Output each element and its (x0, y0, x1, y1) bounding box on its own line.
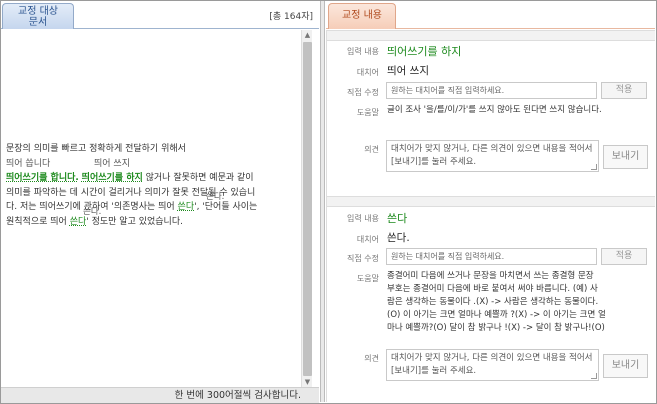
doc-line-6-a: 원칙적으로 띄어 (6, 216, 70, 227)
label-manual-edit: 직접 수정 (347, 254, 379, 263)
error-word-ssunda-1[interactable]: 쓴다 (178, 202, 195, 212)
hint-ssunda-1: 쓴다. (206, 192, 225, 202)
tab-target-document[interactable]: 교정 대상 문서 (2, 3, 74, 29)
label-manual-edit: 직접 수정 (347, 88, 379, 97)
panel-splitter[interactable] (320, 1, 325, 402)
correction-list: 입력 내용 띄어쓰기를 하지 대치어 띄어 쓰지 직접 수정 원하는 대치어를 … (326, 30, 655, 402)
document-panel: 교정 대상 문서 [총 164자] 문장의 의미를 빠르고 정확하게 전달하기 … (1, 1, 319, 403)
suggestion-value[interactable]: 쓴다. (387, 230, 410, 245)
label-suggestion: 대치어 (356, 68, 379, 77)
correction-card-2: 입력 내용 쓴다 대치어 쓴다. 직접 수정 원하는 대치어를 직접 입력하세요… (327, 207, 655, 402)
manual-replace-input[interactable]: 원하는 대치어를 직접 입력하세요. (386, 82, 597, 99)
card-separator (327, 196, 655, 207)
check-limit-note: 한 번에 300어절씩 검사합니다. (1, 387, 319, 403)
opinion-textarea[interactable]: 대치어가 맞지 않거나, 다른 의견이 있으면 내용을 적어서 [보내기]를 눌… (386, 349, 599, 381)
doc-line-4: 의미를 파악하는 데 시간이 걸리거나 의미가 잘못 전달될 수 있습니 (6, 187, 256, 198)
label-input: 입력 내용 (347, 214, 379, 223)
document-body[interactable]: 문장의 의미를 빠르고 정확하게 전달하기 위해서 띄어 씁니다 띄어 쓰지 띄어… (1, 30, 301, 388)
doc-line-6: 쓴다. 원칙적으로 띄어 쓴다' 정도만 알고 있었습니다. (6, 207, 301, 230)
suggestion-value[interactable]: 띄어 쓰지 (387, 63, 429, 78)
tab-correction-content[interactable]: 교정 내용 (328, 3, 396, 29)
doc-line-3: 띄어쓰기를 합니다. 띄어쓰기를 하지 않거나 잘못하면 예문과 같이 (6, 171, 301, 186)
correction-card-1: 입력 내용 띄어쓰기를 하지 대치어 띄어 쓰지 직접 수정 원하는 대치어를 … (327, 41, 655, 197)
error-phrase-1[interactable]: 띄어쓰기를 합니다. (6, 173, 79, 183)
label-help: 도움말 (356, 274, 379, 283)
hint-spaced-no: 띄어 쓰지 (94, 158, 130, 169)
hint-spaced: 띄어 씁니다 (6, 158, 51, 169)
hint-ssunda-2: 쓴다. (83, 206, 102, 217)
correction-tabbar: 교정 내용 (326, 1, 655, 29)
label-help: 도움말 (356, 108, 379, 117)
doc-line-5-b: ', '단어들 사이는 (194, 202, 258, 212)
scroll-thumb[interactable] (303, 42, 312, 376)
opinion-textarea[interactable]: 대치어가 맞지 않거나, 다른 의견이 있으면 내용을 적어서 [보내기]를 눌… (386, 140, 599, 172)
help-text: 종결어미 다음에 쓰거나 문장을 마치면서 쓰는 종결형 문장 부호는 종결어미… (387, 271, 606, 333)
label-opinion: 의견 (364, 145, 379, 154)
apply-button[interactable]: 적용 (601, 82, 647, 99)
document-text: 문장의 의미를 빠르고 정확하게 전달하기 위해서 띄어 씁니다 띄어 쓰지 띄어… (6, 142, 301, 229)
doc-line-5: 쓴다. 다. 저는 띄어쓰기에 관하여 '의존명사는 띄어 쓴다', '단어들 … (6, 192, 301, 215)
input-value: 쓴다 (387, 212, 408, 225)
error-phrase-2[interactable]: 띄어쓰기를 하지 (82, 173, 143, 183)
apply-button[interactable]: 적용 (601, 248, 647, 265)
doc-line-1: 문장의 의미를 빠르고 정확하게 전달하기 위해서 (6, 144, 186, 154)
char-count: [총 164자] (269, 12, 313, 22)
help-text: 글이 조사 '을/를/이/가'를 쓰지 않아도 된다면 쓰지 않습니다. (387, 105, 602, 115)
document-tabbar: 교정 대상 문서 [총 164자] (1, 1, 319, 29)
card-separator (327, 30, 655, 41)
correction-panel: 교정 내용 입력 내용 띄어쓰기를 하지 대치어 띄어 쓰지 직접 수정 원하는… (326, 1, 655, 402)
document-scrollbar[interactable]: ▲ ▼ (301, 30, 312, 388)
doc-hint-line: 띄어 씁니다 띄어 쓰지 (6, 157, 301, 172)
manual-replace-input[interactable]: 원하는 대치어를 직접 입력하세요. (386, 248, 597, 265)
doc-line-3-rest: 않거나 잘못하면 예문과 같이 (142, 173, 254, 183)
send-button[interactable]: 보내기 (603, 145, 648, 169)
label-input: 입력 내용 (347, 47, 379, 56)
input-value: 띄어쓰기를 하지 (387, 45, 462, 58)
label-opinion: 의견 (364, 354, 379, 363)
label-suggestion: 대치어 (356, 235, 379, 244)
scroll-up-arrow-icon[interactable]: ▲ (302, 30, 313, 41)
send-button[interactable]: 보내기 (603, 354, 648, 378)
